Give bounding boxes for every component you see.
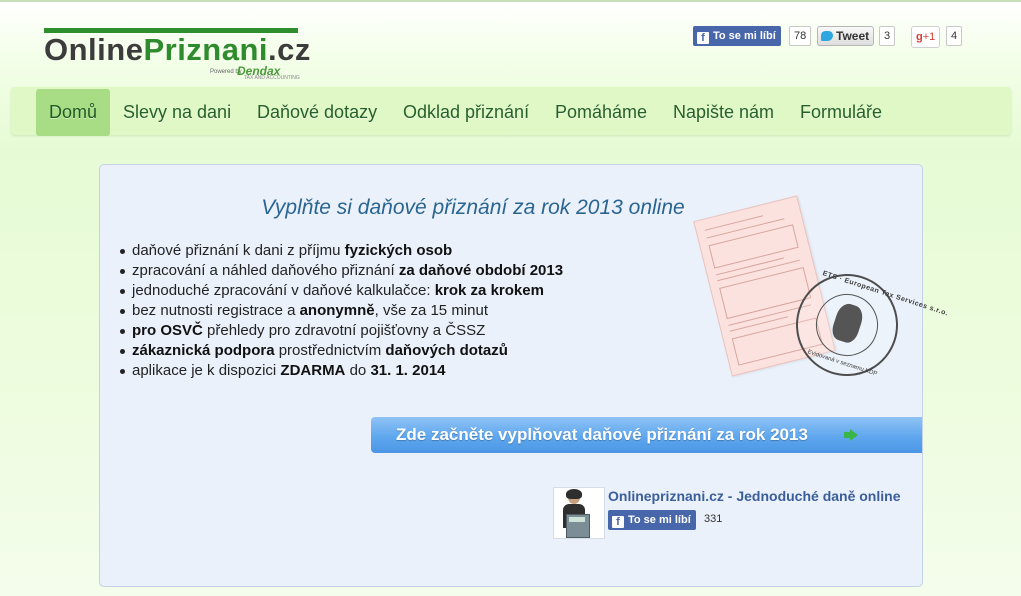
feature-text: , vše za 15 minut	[374, 302, 488, 319]
feature-bold-text: fyzických osob	[344, 242, 453, 259]
tweet-button[interactable]: Tweet	[817, 26, 875, 46]
logo-part-priznani: Priznani	[143, 32, 269, 67]
feature-text: přehledy pro zdravotní pojišťovny a ČSSZ	[202, 322, 486, 339]
fb-page-avatar[interactable]	[553, 487, 605, 539]
avatar-figure-hair	[566, 489, 582, 499]
logo-wordmark: OnlinePriznani.cz	[44, 33, 311, 67]
google-plus-label: +1	[922, 31, 936, 43]
main-nav: Domů Slevy na dani Daňové dotazy Odklad …	[11, 87, 1011, 136]
fb-page-like-button[interactable]: f To se mi líbí	[608, 510, 696, 530]
feature-bold-text: daňových dotazů	[385, 342, 508, 359]
google-plus-count: 4	[946, 26, 963, 46]
logo-dendax-sub: TAX AND ACCOUNTING	[244, 75, 300, 81]
feature-item: zpracování a náhled daňového přiznání za…	[119, 261, 564, 281]
nav-item-napiste-nam[interactable]: Napište nám	[673, 89, 774, 136]
feature-bold-text: zákaznická podpora	[132, 342, 275, 359]
facebook-like-count: 78	[789, 26, 812, 46]
nav-item-pomahame[interactable]: Pomáháme	[555, 89, 647, 136]
logo-part-online: Online	[44, 32, 144, 67]
facebook-like-button[interactable]: f To se mi líbí	[693, 26, 781, 46]
fb-page-like-label: To se mi líbí	[628, 514, 691, 526]
google-plus-button[interactable]: g+1	[911, 26, 941, 48]
feature-text: do	[345, 362, 371, 379]
feature-text: prostřednictvím	[274, 342, 386, 359]
feature-text: jednoduché zpracování v daňové kalkulačc…	[132, 282, 435, 299]
feature-item: pro OSVČ přehledy pro zdravotní pojišťov…	[119, 321, 563, 341]
intro-panel: Vyplňte si daňové přiznání za rok 2013 o…	[99, 164, 949, 587]
feature-list: daňové přiznání k dani z příjmu fyzickýc…	[118, 241, 563, 381]
feature-bold-text: 31. 1. 2014	[370, 362, 446, 379]
facebook-like-label: To se mi líbí	[713, 30, 776, 42]
feature-text: zpracování a náhled daňového přiznání	[132, 262, 399, 279]
site-logo[interactable]: OnlinePriznani.cz Powered by Dendax TAX …	[44, 28, 310, 81]
feature-item: bez nutnosti registrace a anonymně, vše …	[119, 301, 563, 321]
feature-bold-text: ZDARMA	[280, 362, 346, 379]
logo-part-cz: .cz	[268, 32, 311, 67]
top-border	[0, 0, 1021, 2]
feature-bold-text: anonymně	[299, 302, 375, 319]
start-filling-label: Zde začněte vyplňovat daňové přiznání za…	[396, 425, 808, 444]
feature-item: daňové přiznání k dani z příjmu fyzickýc…	[119, 241, 563, 261]
feature-text: daňové přiznání k dani z příjmu	[132, 242, 345, 259]
facebook-icon: f	[612, 516, 624, 528]
tweet-label: Tweet	[836, 29, 870, 43]
google-plus-icon: g	[916, 31, 923, 43]
feature-item: zákaznická podpora prostřednictvím daňov…	[119, 341, 563, 361]
feature-text: aplikace je k dispozici	[132, 362, 281, 379]
nav-item-slevy-na-dani[interactable]: Slevy na dani	[123, 89, 231, 136]
fb-page-name-link[interactable]: Onlinepriznani.cz - Jednoduché daně onli…	[608, 488, 900, 504]
feature-text: bez nutnosti registrace a	[132, 302, 300, 319]
start-filling-button[interactable]: Zde začněte vyplňovat daňové přiznání za…	[371, 417, 922, 453]
nav-item-formulare[interactable]: Formuláře	[800, 89, 882, 136]
nav-item-danove-dotazy[interactable]: Daňové dotazy	[257, 89, 377, 136]
twitter-bird-icon	[821, 31, 833, 41]
facebook-icon: f	[697, 32, 709, 44]
feature-item: jednoduché zpracování v daňové kalkulačc…	[119, 281, 563, 301]
feature-item: aplikace je k dispozici ZDARMA do 31. 1.…	[119, 361, 563, 381]
nav-item-odklad-priznani[interactable]: Odklad přiznání	[403, 89, 529, 136]
nav-item-domu[interactable]: Domů	[36, 89, 110, 136]
feature-bold-text: za daňové období 2013	[398, 262, 564, 279]
feature-bold-text: pro OSVČ	[132, 322, 203, 339]
feature-bold-text: krok za krokem	[434, 282, 544, 299]
tweet-count: 3	[879, 26, 896, 46]
calculator-screen	[569, 517, 585, 522]
fb-page-like-count: 331	[704, 513, 723, 525]
arrow-right-icon	[850, 429, 858, 441]
